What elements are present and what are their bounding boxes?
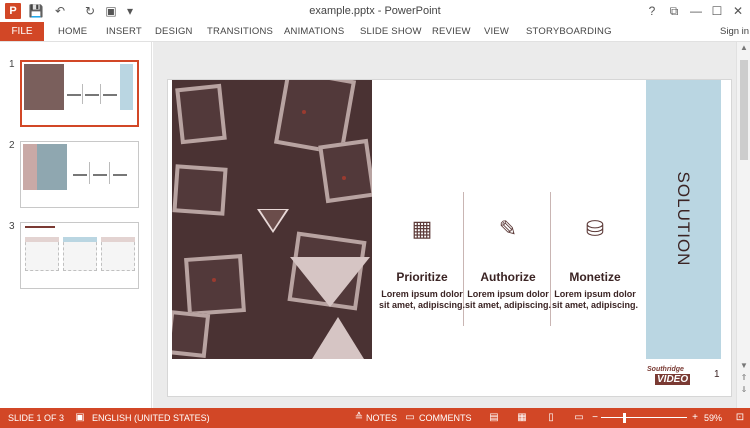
slide-photo[interactable]: [172, 80, 372, 359]
thumbnail-solution-band: [120, 64, 133, 110]
sign-in-link[interactable]: Sign in: [720, 22, 750, 41]
solution-heading[interactable]: SOLUTION: [673, 172, 693, 267]
zoom-level[interactable]: 59%: [704, 408, 722, 428]
slide-thumbnail-3[interactable]: [20, 222, 139, 289]
comments-button[interactable]: COMMENTS: [419, 408, 472, 428]
tab-view[interactable]: VIEW: [484, 22, 509, 41]
feature-prioritize[interactable]: ▦ Prioritize Lorem ipsum dolor sit amet,…: [378, 214, 466, 311]
tab-home[interactable]: HOME: [58, 22, 87, 41]
slide-sorter-icon[interactable]: ▦: [516, 412, 528, 424]
next-slide-icon[interactable]: ⇓: [737, 384, 750, 396]
help-button[interactable]: ?: [643, 2, 661, 20]
file-tab[interactable]: FILE: [0, 22, 44, 41]
ribbon-tabs: FILE HOME INSERT DESIGN TRANSITIONS ANIM…: [0, 22, 750, 41]
tab-insert[interactable]: INSERT: [106, 22, 142, 41]
slide-thumbnail-2[interactable]: [20, 141, 139, 208]
scroll-down-icon[interactable]: ▼: [737, 360, 750, 372]
status-bar: SLIDE 1 OF 3 ▣ ENGLISH (UNITED STATES) ≙…: [0, 408, 750, 428]
notes-button[interactable]: NOTES: [366, 408, 397, 428]
decor-triangle-bottom: [312, 317, 364, 359]
tab-transitions[interactable]: TRANSITIONS: [207, 22, 273, 41]
ribbon-display-options-button[interactable]: ⧉: [665, 2, 683, 20]
title-bar: P 💾 ↶ ↻ ▣ ▾ example.pptx - PowerPoint ? …: [0, 0, 750, 22]
slide-thumbnails-pane: 1 2 3: [0, 42, 152, 408]
minimize-button[interactable]: —: [687, 2, 705, 20]
feature-description: Lorem ipsum dolor sit amet, adipiscing.: [464, 289, 552, 310]
thumbnail-photo: [24, 64, 64, 110]
language-indicator[interactable]: ENGLISH (UNITED STATES): [92, 408, 210, 428]
slide-show-icon[interactable]: ▭: [573, 412, 585, 424]
blocks-icon: ▦: [411, 216, 433, 241]
decor-triangle-large: [290, 257, 370, 307]
scrollbar-thumb[interactable]: [740, 60, 748, 160]
brand-logo[interactable]: Southridge VIDEO: [647, 366, 695, 386]
zoom-slider-handle[interactable]: [623, 413, 627, 423]
tab-animations[interactable]: ANIMATIONS: [284, 22, 344, 41]
pencil-icon: ✎: [498, 216, 518, 241]
reading-view-icon[interactable]: ▯: [545, 412, 557, 424]
comments-icon[interactable]: ▭: [404, 412, 416, 424]
fit-slide-icon[interactable]: ⊡: [734, 412, 746, 424]
tab-storyboarding[interactable]: STORYBOARDING: [526, 22, 612, 41]
thumbnail-number: 3: [9, 221, 15, 232]
zoom-in-icon[interactable]: +: [689, 412, 701, 424]
window-title: example.pptx - PowerPoint: [309, 5, 441, 17]
slide-thumbnail-1[interactable]: [20, 60, 139, 127]
brand-logo-bottom: VIDEO: [655, 374, 691, 385]
feature-description: Lorem ipsum dolor sit amet, adipiscing.: [378, 289, 466, 310]
tab-slide-show[interactable]: SLIDE SHOW: [360, 22, 422, 41]
normal-view-icon[interactable]: ▤: [488, 412, 500, 424]
spelling-check-icon[interactable]: ▣: [74, 412, 86, 424]
feature-title: Prioritize: [396, 270, 448, 284]
slide-number: 1: [714, 369, 720, 380]
feature-authorize[interactable]: ✎ Authorize Lorem ipsum dolor sit amet, …: [464, 214, 552, 311]
scroll-up-icon[interactable]: ▲: [737, 42, 750, 54]
slide-counter: SLIDE 1 OF 3: [8, 413, 65, 423]
thumbnail-number: 2: [9, 140, 15, 151]
current-slide[interactable]: ▦ Prioritize Lorem ipsum dolor sit amet,…: [167, 79, 732, 397]
previous-slide-icon[interactable]: ⇑: [737, 372, 750, 384]
feature-monetize[interactable]: ⛁ Monetize Lorem ipsum dolor sit amet, a…: [551, 214, 639, 311]
feature-description: Lorem ipsum dolor sit amet, adipiscing.: [551, 289, 639, 310]
zoom-slider[interactable]: [601, 417, 687, 418]
feature-title: Authorize: [480, 270, 536, 284]
brand-logo-top: Southridge: [647, 366, 684, 373]
tab-review[interactable]: REVIEW: [432, 22, 471, 41]
close-button[interactable]: ✕: [729, 2, 747, 20]
thumbnail-number: 1: [9, 59, 15, 70]
coins-icon: ⛁: [585, 216, 605, 241]
zoom-out-icon[interactable]: −: [589, 412, 601, 424]
thumbnail-photo: [37, 144, 67, 190]
tab-design[interactable]: DESIGN: [155, 22, 193, 41]
feature-title: Monetize: [569, 270, 621, 284]
vertical-scrollbar[interactable]: ▲ ▼ ⇑ ⇓: [736, 42, 750, 408]
maximize-button[interactable]: ☐: [708, 2, 726, 20]
notes-icon[interactable]: ≙: [353, 412, 365, 424]
